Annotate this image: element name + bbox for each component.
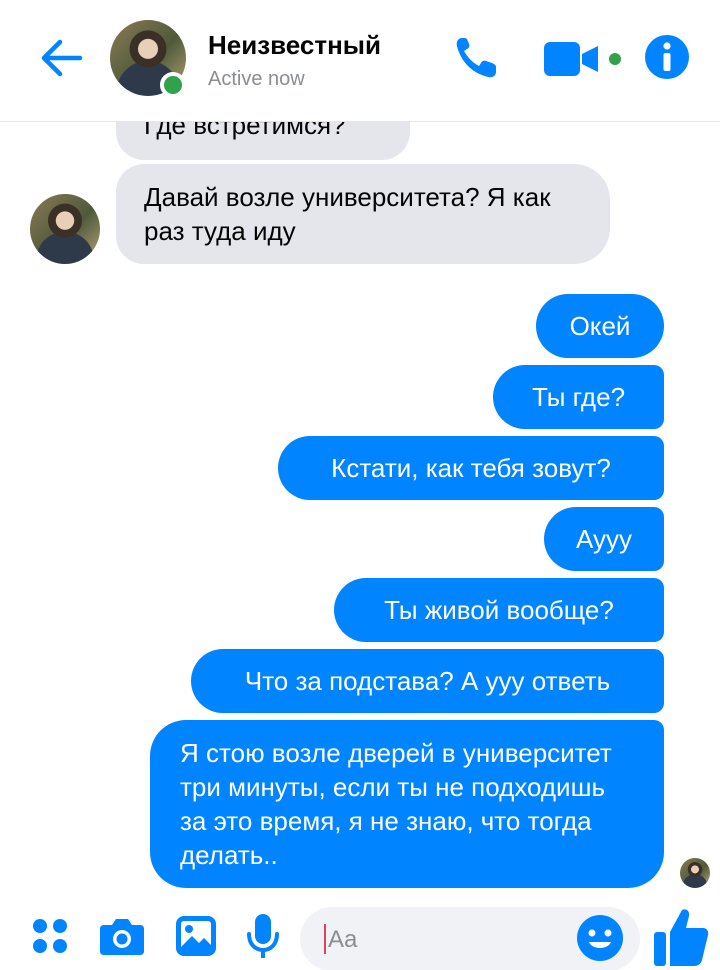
like-icon [654, 909, 709, 966]
message-outgoing[interactable]: Окей [536, 294, 664, 358]
message-outgoing[interactable]: Я стою возле дверей в университет три ми… [150, 720, 664, 888]
phone-icon [456, 38, 496, 78]
camera-button[interactable] [98, 915, 146, 962]
emoji-button[interactable] [576, 914, 624, 967]
text-caret [324, 924, 326, 954]
info-icon [645, 35, 689, 79]
seen-receipt-avatar [680, 858, 710, 888]
back-arrow-icon [41, 39, 83, 77]
more-actions-button[interactable] [30, 916, 70, 961]
message-input-placeholder: Aa [328, 926, 358, 953]
microphone-icon [247, 914, 279, 958]
voice-message-button[interactable] [246, 912, 280, 965]
active-status: Active now [208, 68, 305, 90]
message-outgoing[interactable]: Аууу [544, 507, 664, 571]
menu-dots-icon [33, 919, 67, 953]
conversation-header: Неизвестный Active now [0, 0, 720, 122]
contact-name[interactable]: Неизвестный [208, 30, 381, 61]
camera-icon [100, 919, 144, 955]
contact-avatar-small [30, 194, 100, 264]
gallery-icon [176, 916, 216, 956]
message-outgoing[interactable]: Ты живой вообще? [334, 578, 664, 642]
call-button[interactable] [452, 34, 500, 87]
message-outgoing[interactable]: Что за подстава? А ууу ответь [191, 649, 664, 713]
info-button[interactable] [644, 34, 690, 85]
message-outgoing[interactable]: Кстати, как тебя зовут? [278, 436, 664, 500]
back-button[interactable] [36, 36, 84, 80]
emoji-icon [577, 915, 623, 961]
online-indicator [160, 72, 186, 98]
gallery-button[interactable] [174, 914, 218, 963]
message-outgoing[interactable]: Ты где? [493, 365, 664, 429]
video-call-button[interactable] [542, 40, 626, 85]
like-button[interactable] [652, 906, 710, 970]
message-incoming[interactable]: Давай возле университета? Я как раз туда… [116, 164, 610, 264]
video-camera-icon [544, 42, 621, 76]
